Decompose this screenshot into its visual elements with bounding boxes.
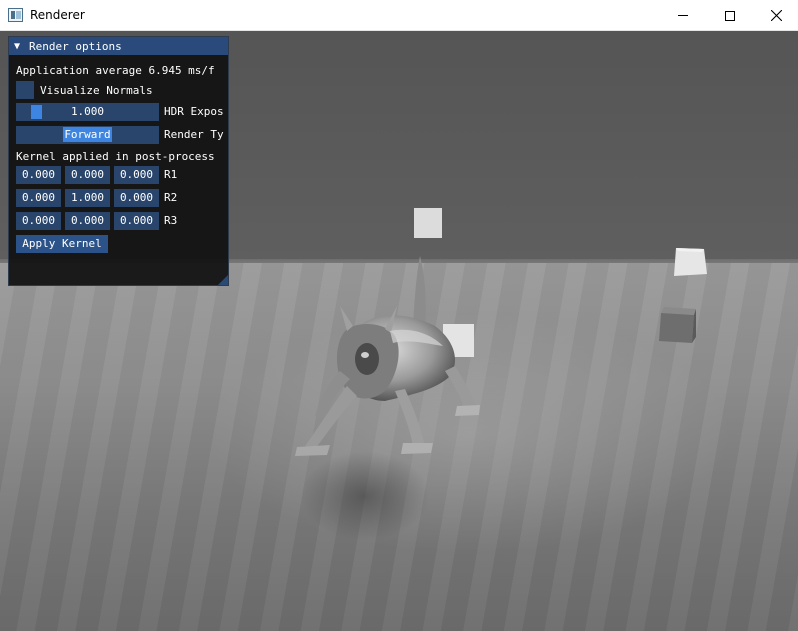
kernel-r3-c1[interactable]: 0.000 <box>16 212 61 230</box>
visualize-normals-checkbox[interactable] <box>16 81 34 99</box>
kernel-r2-label: R2 <box>164 191 178 204</box>
kernel-r3-c3[interactable]: 0.000 <box>114 212 159 230</box>
kernel-r1-c2[interactable]: 0.000 <box>65 166 110 184</box>
render-type-label: Render Ty <box>164 128 224 141</box>
close-button[interactable] <box>753 0 798 31</box>
hdr-exposure-value: 1.000 <box>70 105 105 118</box>
window-title: Renderer <box>30 8 85 22</box>
light-cube-1 <box>414 208 442 238</box>
minimize-icon <box>678 15 688 16</box>
apply-kernel-button[interactable]: Apply Kernel <box>16 235 108 253</box>
panel-title: Render options <box>29 39 122 53</box>
kernel-r3-label: R3 <box>164 214 178 227</box>
kernel-r1-c1[interactable]: 0.000 <box>16 166 61 184</box>
app-window-icon <box>8 8 23 22</box>
creature-shadow <box>300 451 430 541</box>
visualize-normals-label: Visualize Normals <box>40 83 153 97</box>
panel-header[interactable]: ▼ Render options <box>9 37 228 55</box>
hdr-exposure-slider[interactable]: 1.000 <box>16 103 159 121</box>
kernel-r1-c3[interactable]: 0.000 <box>114 166 159 184</box>
gray-cube <box>659 307 696 343</box>
creature-model <box>295 256 480 456</box>
maximize-button[interactable] <box>707 0 753 31</box>
collapse-arrow-icon[interactable]: ▼ <box>14 41 26 52</box>
light-cube-2 <box>674 248 707 276</box>
kernel-r2-c2[interactable]: 1.000 <box>65 189 110 207</box>
kernel-label-row: Kernel applied in post-process <box>16 147 215 165</box>
close-icon <box>770 10 782 21</box>
kernel-r2-c3[interactable]: 0.000 <box>114 189 159 207</box>
visualize-normals-row[interactable]: Visualize Normals <box>16 81 153 99</box>
stats-row: Application average 6.945 ms/f <box>16 61 215 79</box>
resize-grip-icon[interactable] <box>218 275 228 285</box>
title-bar[interactable]: Renderer <box>0 0 798 31</box>
minimize-button[interactable] <box>660 0 706 31</box>
render-type-combo[interactable]: Forward <box>16 126 159 144</box>
render-options-panel[interactable]: ▼ Render options Application average 6.9… <box>8 36 229 286</box>
kernel-r1-label: R1 <box>164 168 178 181</box>
stats-text: Application average 6.945 ms/f <box>16 63 215 77</box>
render-type-value: Forward <box>63 127 112 142</box>
hdr-exposure-label: HDR Expos <box>164 105 224 118</box>
kernel-r2-c1[interactable]: 0.000 <box>16 189 61 207</box>
maximize-icon <box>725 10 735 21</box>
kernel-r3-c2[interactable]: 0.000 <box>65 212 110 230</box>
kernel-label: Kernel applied in post-process <box>16 149 215 163</box>
